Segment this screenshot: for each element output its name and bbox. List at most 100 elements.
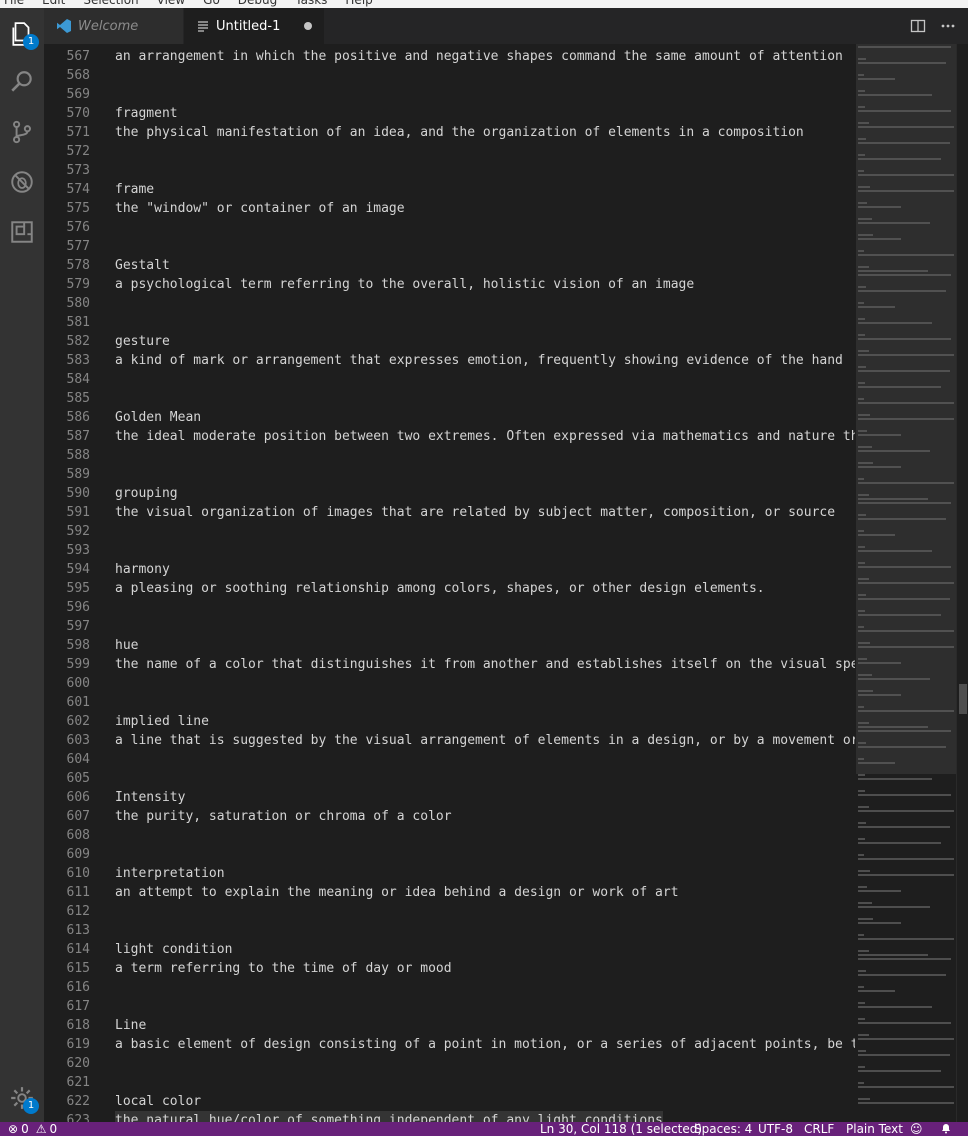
tab-untitled-label: Untitled-1 [216, 18, 281, 34]
minimap-line [858, 902, 872, 904]
code-line[interactable]: grouping [115, 484, 178, 503]
unsaved-dot-icon[interactable] [304, 22, 312, 30]
minimap-line [858, 386, 941, 388]
more-actions-icon[interactable] [938, 16, 958, 36]
line-number: 595 [66, 581, 90, 596]
minimap-line [858, 706, 864, 708]
feedback-smiley-icon[interactable]: ☺ [910, 1122, 923, 1136]
line-number: 574 [66, 182, 90, 197]
code-line[interactable]: the ideal moderate position between two … [115, 427, 855, 446]
code-line[interactable]: implied line [115, 712, 209, 731]
encoding[interactable]: UTF-8 [758, 1122, 793, 1136]
line-number: 584 [66, 372, 90, 387]
minimap-line [858, 514, 866, 516]
code-line[interactable]: a pleasing or soothing relationship amon… [115, 579, 765, 598]
minimap-line [858, 334, 865, 336]
minimap-line [858, 1082, 864, 1084]
problems-indicator[interactable]: ⊗ 0 ⚠ 0 [8, 1122, 57, 1136]
minimap-line [858, 1098, 870, 1100]
code-line[interactable]: fragment [115, 104, 178, 123]
minimap-line [858, 742, 866, 744]
minimap-line [858, 730, 951, 732]
minimap-line [858, 934, 864, 936]
code-line[interactable]: Line [115, 1016, 146, 1035]
code-line[interactable]: Intensity [115, 788, 185, 807]
code-line[interactable]: an arrangement in which the positive and… [115, 47, 843, 66]
minimap-line [858, 462, 873, 464]
code-line[interactable]: Gestalt [115, 256, 170, 275]
minimap-line [858, 338, 951, 340]
minimap-line [858, 370, 950, 372]
debug-icon[interactable] [6, 166, 38, 198]
minimap-line [858, 502, 951, 504]
line-number: 569 [66, 87, 90, 102]
code-line[interactable]: a basic element of design consisting of … [115, 1035, 855, 1054]
code-line[interactable]: the purity, saturation or chroma of a co… [115, 807, 452, 826]
code-line[interactable]: the natural hue/color of something indep… [115, 1111, 663, 1122]
code-content[interactable]: an arrangement in which the positive and… [115, 44, 855, 1122]
menu-debug[interactable]: Debug [238, 0, 277, 8]
code-line[interactable]: interpretation [115, 864, 225, 883]
menu-edit[interactable]: Edit [42, 0, 65, 8]
minimap-line [858, 598, 950, 600]
settings-gear-icon[interactable]: 1 [6, 1082, 39, 1114]
code-line[interactable]: frame [115, 180, 154, 199]
code-line[interactable]: local color [115, 1092, 201, 1111]
code-line[interactable]: the visual organization of images that a… [115, 503, 835, 522]
minimap-line [858, 886, 867, 888]
source-control-icon[interactable] [6, 116, 38, 148]
menu-selection[interactable]: Selection [83, 0, 138, 8]
cursor-position[interactable]: Ln 30, Col 118 (1 selected) [540, 1122, 702, 1136]
code-line[interactable]: harmony [115, 560, 170, 579]
explorer-icon[interactable]: 1 [6, 18, 39, 50]
code-line[interactable]: gesture [115, 332, 170, 351]
code-line[interactable]: Golden Mean [115, 408, 201, 427]
minimap-line [858, 142, 950, 144]
minimap[interactable] [856, 44, 956, 1122]
minimap-line [858, 1002, 865, 1004]
code-line[interactable]: a term referring to the time of day or m… [115, 959, 452, 978]
editor-area[interactable]: 567 568 569 570 571 572 573 574 575 576 577 578 579 5… [44, 44, 968, 1122]
code-line[interactable]: the physical manifestation of an idea, a… [115, 123, 804, 142]
line-number: 608 [66, 828, 90, 843]
line-number: 604 [66, 752, 90, 767]
minimap-line [858, 306, 895, 308]
code-line[interactable]: a line that is suggested by the visual a… [115, 731, 855, 750]
language-mode[interactable]: Plain Text [846, 1122, 903, 1136]
extensions-icon[interactable] [6, 216, 38, 248]
minimap-line [858, 350, 869, 352]
tab-welcome[interactable]: Welcome [44, 8, 184, 44]
minimap-slider[interactable] [856, 44, 956, 774]
code-line[interactable]: the "window" or container of an image [115, 199, 405, 218]
line-number: 622 [66, 1094, 90, 1109]
tab-untitled-1[interactable]: Untitled-1 [184, 8, 324, 44]
code-line[interactable]: an attempt to explain the meaning or ide… [115, 883, 679, 902]
code-line[interactable]: hue [115, 636, 138, 655]
split-editor-icon[interactable] [908, 16, 928, 36]
menu-help[interactable]: Help [345, 0, 372, 8]
menu-tasks[interactable]: Tasks [295, 0, 327, 8]
notifications-bell-icon[interactable] [940, 1122, 952, 1134]
end-of-line[interactable]: CRLF [804, 1122, 834, 1136]
minimap-line [858, 1038, 954, 1040]
line-number: 601 [66, 695, 90, 710]
code-line[interactable]: the name of a color that distinguishes i… [115, 655, 855, 674]
line-number: 581 [66, 315, 90, 330]
scrollbar-thumb[interactable] [959, 684, 967, 714]
minimap-line [858, 174, 954, 176]
line-number: 585 [66, 391, 90, 406]
menu-file[interactable]: File [4, 0, 24, 8]
vertical-scrollbar[interactable] [956, 44, 968, 1122]
minimap-line [858, 530, 864, 532]
line-number: 567 [66, 49, 90, 64]
minimap-line [858, 970, 866, 972]
indentation[interactable]: Spaces: 4 [694, 1122, 752, 1136]
menu-view[interactable]: View [157, 0, 185, 8]
code-line[interactable]: a psychological term referring to the ov… [115, 275, 694, 294]
code-line[interactable]: a kind of mark or arrangement that expre… [115, 351, 843, 370]
code-line[interactable]: light condition [115, 940, 232, 959]
minimap-line [858, 366, 866, 368]
search-icon[interactable] [6, 66, 38, 98]
line-number: 588 [66, 448, 90, 463]
menu-go[interactable]: Go [203, 0, 220, 8]
